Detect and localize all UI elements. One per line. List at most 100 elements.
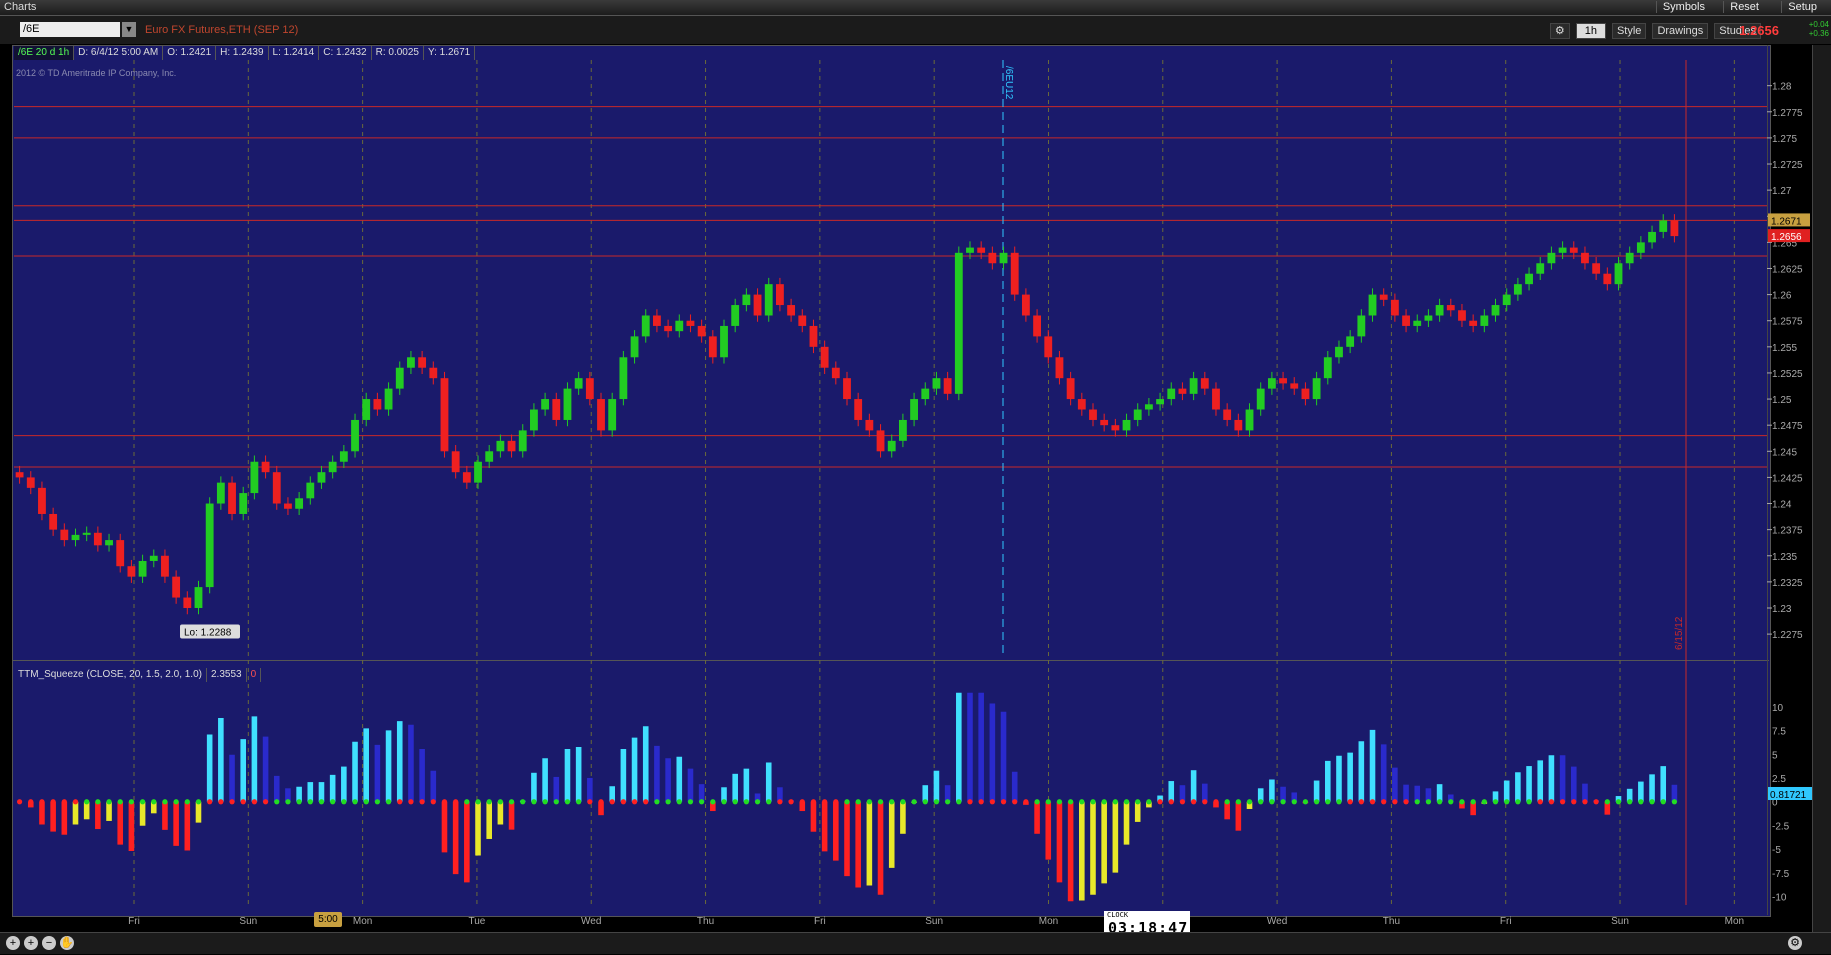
candle-body bbox=[194, 587, 203, 608]
candle-body bbox=[440, 378, 449, 452]
candle-body bbox=[418, 357, 427, 368]
candle-body bbox=[708, 336, 717, 358]
candle-body bbox=[496, 440, 505, 452]
squeeze-dot bbox=[1559, 799, 1566, 805]
settings-icon[interactable]: ⚙ bbox=[1788, 936, 1802, 950]
squeeze-dot bbox=[1246, 799, 1253, 805]
zoom-out-icon[interactable]: − bbox=[42, 936, 56, 950]
candle-body bbox=[541, 399, 550, 410]
chart-svg[interactable]: 1.281.27751.2751.27251.271.26751.2651.26… bbox=[0, 0, 1831, 953]
candle-body bbox=[183, 597, 192, 608]
candle-body bbox=[1200, 378, 1209, 389]
squeeze-dot bbox=[39, 799, 45, 805]
squeeze-dot bbox=[956, 799, 962, 805]
candle-body bbox=[1346, 336, 1355, 347]
y-tick-label: 1.26 bbox=[1772, 291, 1792, 302]
squeeze-dot bbox=[1202, 799, 1208, 805]
side-panel-strip[interactable] bbox=[1812, 45, 1831, 932]
candle-body bbox=[1178, 388, 1187, 394]
drag-hand-icon[interactable]: ✋ bbox=[60, 936, 74, 950]
candle-body bbox=[272, 472, 281, 504]
candle-body bbox=[764, 284, 773, 316]
last-price-tag-text: 1.2656 bbox=[1771, 232, 1802, 243]
squeeze-dot bbox=[1000, 799, 1007, 805]
squeeze-dot bbox=[475, 799, 481, 805]
candle-body bbox=[720, 325, 728, 358]
squeeze-dot bbox=[1671, 799, 1678, 805]
zoom-in-icon[interactable]: + bbox=[24, 936, 38, 950]
squeeze-dot bbox=[788, 799, 794, 805]
squeeze-dot bbox=[1358, 799, 1364, 805]
candle-body bbox=[1189, 378, 1198, 394]
candle-body bbox=[60, 529, 69, 541]
candle-body bbox=[161, 555, 169, 577]
squeeze-dot bbox=[553, 799, 559, 805]
candle-body bbox=[1625, 252, 1634, 264]
squeeze-dot bbox=[397, 799, 403, 805]
squeeze-dot bbox=[318, 799, 325, 805]
candle-body bbox=[563, 388, 572, 420]
candle-body bbox=[1502, 294, 1511, 306]
x-tick-label: Mon bbox=[1039, 916, 1058, 927]
candle-body bbox=[1469, 320, 1478, 326]
candle-body bbox=[999, 252, 1008, 264]
y-tick-label: 1.2275 bbox=[1772, 630, 1803, 641]
candle-body bbox=[49, 513, 58, 530]
squeeze-dot bbox=[945, 799, 951, 805]
squeeze-dot bbox=[1571, 799, 1577, 805]
candle-body bbox=[977, 247, 986, 253]
candle-body bbox=[306, 482, 315, 499]
y-tick-label: 1.23 bbox=[1772, 604, 1792, 615]
expiration-label: /6EU12 bbox=[1003, 66, 1014, 100]
candle-body bbox=[608, 399, 617, 431]
squeeze-dot bbox=[1627, 799, 1633, 805]
candle-body bbox=[351, 419, 359, 452]
candle-body bbox=[1581, 252, 1589, 264]
squeeze-dot bbox=[1090, 799, 1096, 805]
candle-body bbox=[71, 534, 80, 541]
candle-body bbox=[1256, 388, 1265, 410]
candle-body bbox=[239, 493, 248, 514]
squeeze-dot bbox=[453, 799, 459, 805]
squeeze-dot bbox=[1638, 799, 1644, 805]
candle-body bbox=[876, 430, 885, 452]
candle-body bbox=[317, 472, 326, 483]
squeeze-dot bbox=[173, 799, 179, 805]
candle-body bbox=[1357, 315, 1366, 337]
squeeze-dot bbox=[1504, 799, 1510, 805]
squeeze-dot bbox=[486, 799, 492, 805]
candle-body bbox=[619, 357, 628, 400]
squeeze-dot bbox=[408, 799, 414, 805]
candle-body bbox=[1033, 315, 1041, 337]
candle-body bbox=[149, 555, 158, 561]
squeeze-dot bbox=[754, 799, 761, 805]
squeeze-dot bbox=[508, 799, 515, 805]
candle-body bbox=[854, 399, 863, 420]
x-tick-label: Wed bbox=[1267, 916, 1287, 927]
candle-body bbox=[1055, 357, 1064, 379]
ind-y-tick-label: -7.5 bbox=[1772, 869, 1790, 880]
candle-body bbox=[831, 367, 840, 379]
candle-body bbox=[988, 252, 997, 264]
candle-body bbox=[1670, 220, 1679, 237]
y-tick-label: 1.27 bbox=[1772, 186, 1792, 197]
squeeze-dot bbox=[128, 799, 135, 805]
axis-border bbox=[1767, 45, 1768, 915]
info-symbol[interactable]: /6E 20 d 1h bbox=[14, 46, 75, 60]
candle-body bbox=[105, 540, 113, 546]
squeeze-dot bbox=[1235, 799, 1241, 805]
candle-body bbox=[1234, 419, 1243, 431]
candle-body bbox=[1368, 294, 1377, 316]
study-label[interactable]: TTM_Squeeze (CLOSE, 20, 1.5, 2.0, 1.0) bbox=[14, 668, 207, 682]
y-tick-label: 1.2425 bbox=[1772, 473, 1803, 484]
candle-body bbox=[1536, 263, 1545, 274]
squeeze-dot bbox=[665, 799, 671, 805]
candle-body bbox=[697, 325, 706, 337]
bottom-bar: + + − ✋ ⚙ bbox=[0, 932, 1831, 954]
pan-icon[interactable]: + bbox=[6, 936, 20, 950]
x-tick-label: Sun bbox=[239, 916, 257, 927]
squeeze-dot bbox=[1123, 799, 1130, 805]
squeeze-dot bbox=[620, 799, 626, 805]
squeeze-dot bbox=[710, 799, 716, 805]
candle-body bbox=[1312, 378, 1321, 400]
